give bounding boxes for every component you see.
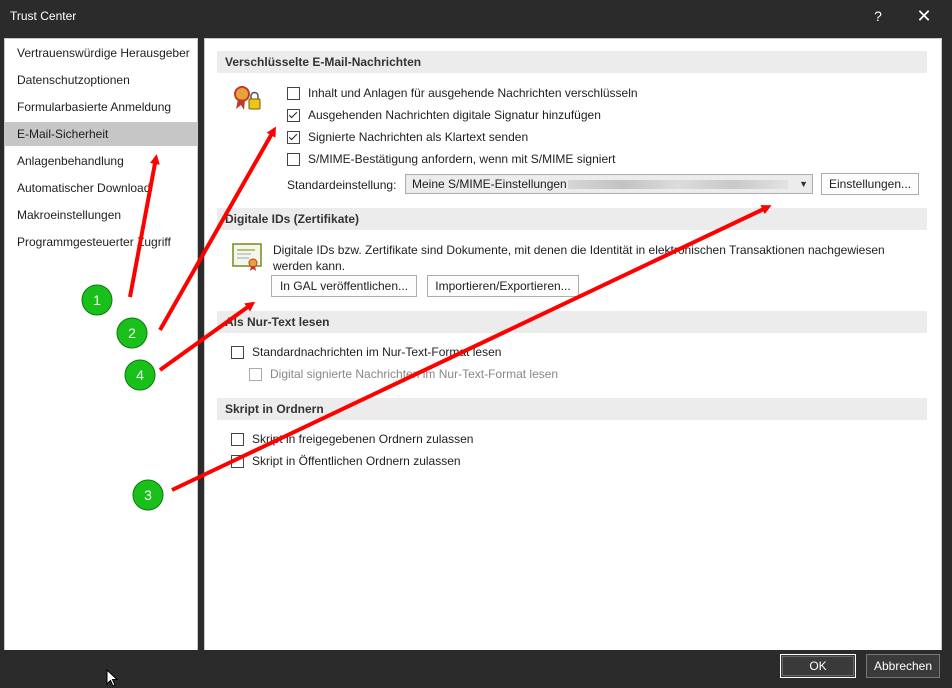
sidebar: Vertrauenswürdige Herausgeber Datenschut… xyxy=(4,38,198,652)
sidebar-item-attachment-handling[interactable]: Anlagenbehandlung xyxy=(5,149,197,173)
digital-ids-description: Digitale IDs bzw. Zertifikate sind Dokum… xyxy=(273,243,885,273)
select-value: Meine S/MIME-Einstellungen xyxy=(412,177,567,191)
option-label: Inhalt und Anlagen für ausgehende Nachri… xyxy=(308,86,638,100)
option-label: Skript in Öffentlichen Ordnern zulassen xyxy=(252,454,461,468)
option-read-plain-text[interactable]: Standardnachrichten im Nur-Text-Format l… xyxy=(231,345,501,359)
main-panel: Verschlüsselte E-Mail-Nachrichten Inhalt… xyxy=(204,38,942,652)
option-script-public-folders[interactable]: Skript in Öffentlichen Ordnern zulassen xyxy=(231,454,461,468)
option-label: Signierte Nachrichten als Klartext sende… xyxy=(308,130,529,144)
checkbox-read-signed-plain-text xyxy=(249,367,262,381)
checkbox-script-public-folders[interactable] xyxy=(231,454,244,468)
certificate-icon xyxy=(232,243,262,271)
checkbox-add-signature[interactable] xyxy=(287,108,300,122)
section-header-plain-text: Als Nur-Text lesen xyxy=(217,311,927,333)
mouse-cursor-icon xyxy=(106,669,119,687)
option-encrypt-content[interactable]: Inhalt und Anlagen für ausgehende Nachri… xyxy=(287,86,638,100)
publish-gal-button[interactable]: In GAL veröffentlichen... xyxy=(271,275,417,297)
checkbox-smime-receipt[interactable] xyxy=(287,152,300,166)
import-export-button[interactable]: Importieren/Exportieren... xyxy=(427,275,579,297)
sidebar-item-macro-settings[interactable]: Makroeinstellungen xyxy=(5,203,197,227)
security-seal-icon xyxy=(234,86,261,110)
option-label: Digital signierte Nachrichten im Nur-Tex… xyxy=(270,367,559,381)
sidebar-item-email-security[interactable]: E-Mail-Sicherheit xyxy=(5,122,197,146)
option-label: Ausgehenden Nachrichten digitale Signatu… xyxy=(308,108,601,122)
sidebar-item-trusted-publishers[interactable]: Vertrauenswürdige Herausgeber xyxy=(5,41,197,65)
window-title: Trust Center xyxy=(10,9,77,23)
title-bar: Trust Center ? ✕ xyxy=(0,0,952,32)
close-button[interactable]: ✕ xyxy=(910,5,938,27)
option-smime-receipt[interactable]: S/MIME-Bestätigung anfordern, wenn mit S… xyxy=(287,152,615,166)
option-add-signature[interactable]: Ausgehenden Nachrichten digitale Signatu… xyxy=(287,108,601,122)
option-label: Standardnachrichten im Nur-Text-Format l… xyxy=(252,345,502,359)
settings-button[interactable]: Einstellungen... xyxy=(821,173,919,195)
sidebar-item-automatic-download[interactable]: Automatischer Download xyxy=(5,176,197,200)
help-button[interactable]: ? xyxy=(868,6,888,26)
sidebar-item-form-login[interactable]: Formularbasierte Anmeldung xyxy=(5,95,197,119)
option-cleartext-signed[interactable]: Signierte Nachrichten als Klartext sende… xyxy=(287,130,528,144)
default-setting-select[interactable]: Meine S/MIME-Einstellungen ▼ xyxy=(405,174,813,194)
checkbox-read-plain-text[interactable] xyxy=(231,345,244,359)
default-setting-label: Standardeinstellung: xyxy=(287,178,397,192)
section-header-script: Skript in Ordnern xyxy=(217,398,927,420)
option-label: S/MIME-Bestätigung anfordern, wenn mit S… xyxy=(308,152,616,166)
checkbox-encrypt-content[interactable] xyxy=(287,86,300,100)
chevron-down-icon: ▼ xyxy=(799,179,808,189)
checkbox-script-shared-folders[interactable] xyxy=(231,432,244,446)
redacted-area xyxy=(568,180,788,189)
section-header-encrypted: Verschlüsselte E-Mail-Nachrichten xyxy=(217,51,927,73)
option-script-shared-folders[interactable]: Skript in freigegebenen Ordnern zulassen xyxy=(231,432,473,446)
sidebar-item-privacy[interactable]: Datenschutzoptionen xyxy=(5,68,197,92)
checkbox-cleartext-signed[interactable] xyxy=(287,130,300,144)
cancel-button[interactable]: Abbrechen xyxy=(866,654,940,678)
option-label: Skript in freigegebenen Ordnern zulassen xyxy=(252,432,474,446)
option-read-signed-plain-text: Digital signierte Nachrichten im Nur-Tex… xyxy=(249,367,558,381)
sidebar-item-programmatic-access[interactable]: Programmgesteuerter Zugriff xyxy=(5,230,197,254)
section-header-digital-ids: Digitale IDs (Zertifikate) xyxy=(217,208,927,230)
ok-button[interactable]: OK xyxy=(780,654,856,678)
